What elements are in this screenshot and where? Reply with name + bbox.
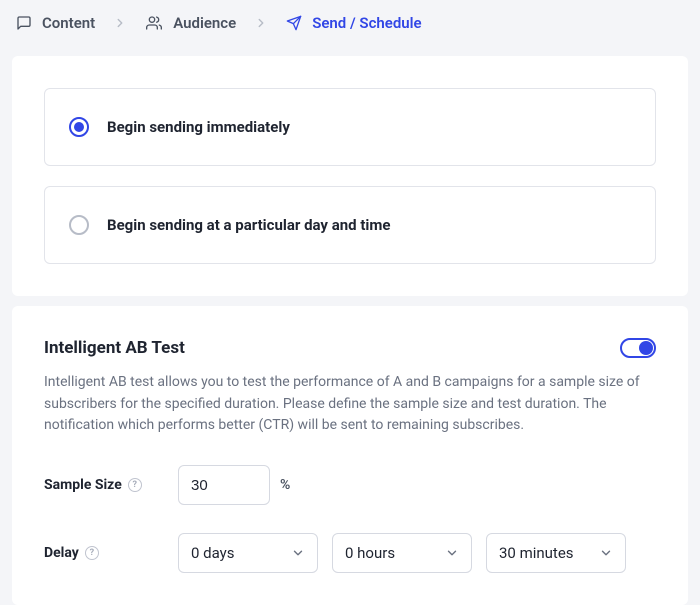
ab-test-card: Intelligent AB Test Intelligent AB test … [12, 306, 688, 605]
step-audience[interactable]: Audience [145, 14, 236, 32]
step-content-label: Content [42, 14, 95, 32]
step-send-label: Send / Schedule [312, 14, 421, 32]
step-bar: Content Audience Send / Schedule [0, 0, 700, 46]
delay-hours-select[interactable]: 0 hours [332, 533, 472, 573]
chevron-down-icon [599, 546, 613, 560]
ab-title: Intelligent AB Test [44, 338, 185, 358]
sample-size-label-text: Sample Size [44, 477, 122, 493]
chevron-right-icon [254, 16, 268, 30]
radio-unselected[interactable] [69, 215, 89, 235]
help-icon[interactable]: ? [128, 478, 142, 492]
content-icon [16, 15, 32, 31]
delay-minutes-select[interactable]: 30 minutes [486, 533, 626, 573]
delay-minutes-value: 30 minutes [499, 544, 574, 562]
chevron-right-icon [113, 16, 127, 30]
help-icon[interactable]: ? [85, 546, 99, 560]
ab-description: Intelligent AB test allows you to test t… [44, 372, 656, 437]
option-send-scheduled[interactable]: Begin sending at a particular day and ti… [44, 186, 656, 264]
audience-icon [145, 15, 163, 31]
chevron-down-icon [445, 546, 459, 560]
delay-hours-value: 0 hours [345, 544, 395, 562]
delay-row: Delay ? 0 days 0 hours 30 minutes [44, 533, 656, 573]
option-immediate-label: Begin sending immediately [107, 118, 290, 136]
step-content[interactable]: Content [16, 14, 95, 32]
delay-days-value: 0 days [191, 544, 235, 562]
step-send[interactable]: Send / Schedule [286, 14, 421, 32]
step-audience-label: Audience [173, 14, 236, 32]
sample-size-label: Sample Size ? [44, 477, 178, 493]
send-options-card: Begin sending immediately Begin sending … [12, 56, 688, 296]
chevron-down-icon [291, 546, 305, 560]
delay-label: Delay ? [44, 545, 178, 561]
sample-size-row: Sample Size ? % [44, 465, 656, 505]
send-icon [286, 15, 302, 31]
delay-days-select[interactable]: 0 days [178, 533, 318, 573]
option-send-immediately[interactable]: Begin sending immediately [44, 88, 656, 166]
ab-header: Intelligent AB Test [44, 338, 656, 358]
ab-toggle[interactable] [620, 338, 656, 358]
option-scheduled-label: Begin sending at a particular day and ti… [107, 216, 390, 234]
delay-label-text: Delay [44, 545, 79, 561]
sample-size-input[interactable] [178, 465, 270, 505]
radio-selected[interactable] [69, 117, 89, 137]
sample-unit: % [280, 477, 290, 493]
